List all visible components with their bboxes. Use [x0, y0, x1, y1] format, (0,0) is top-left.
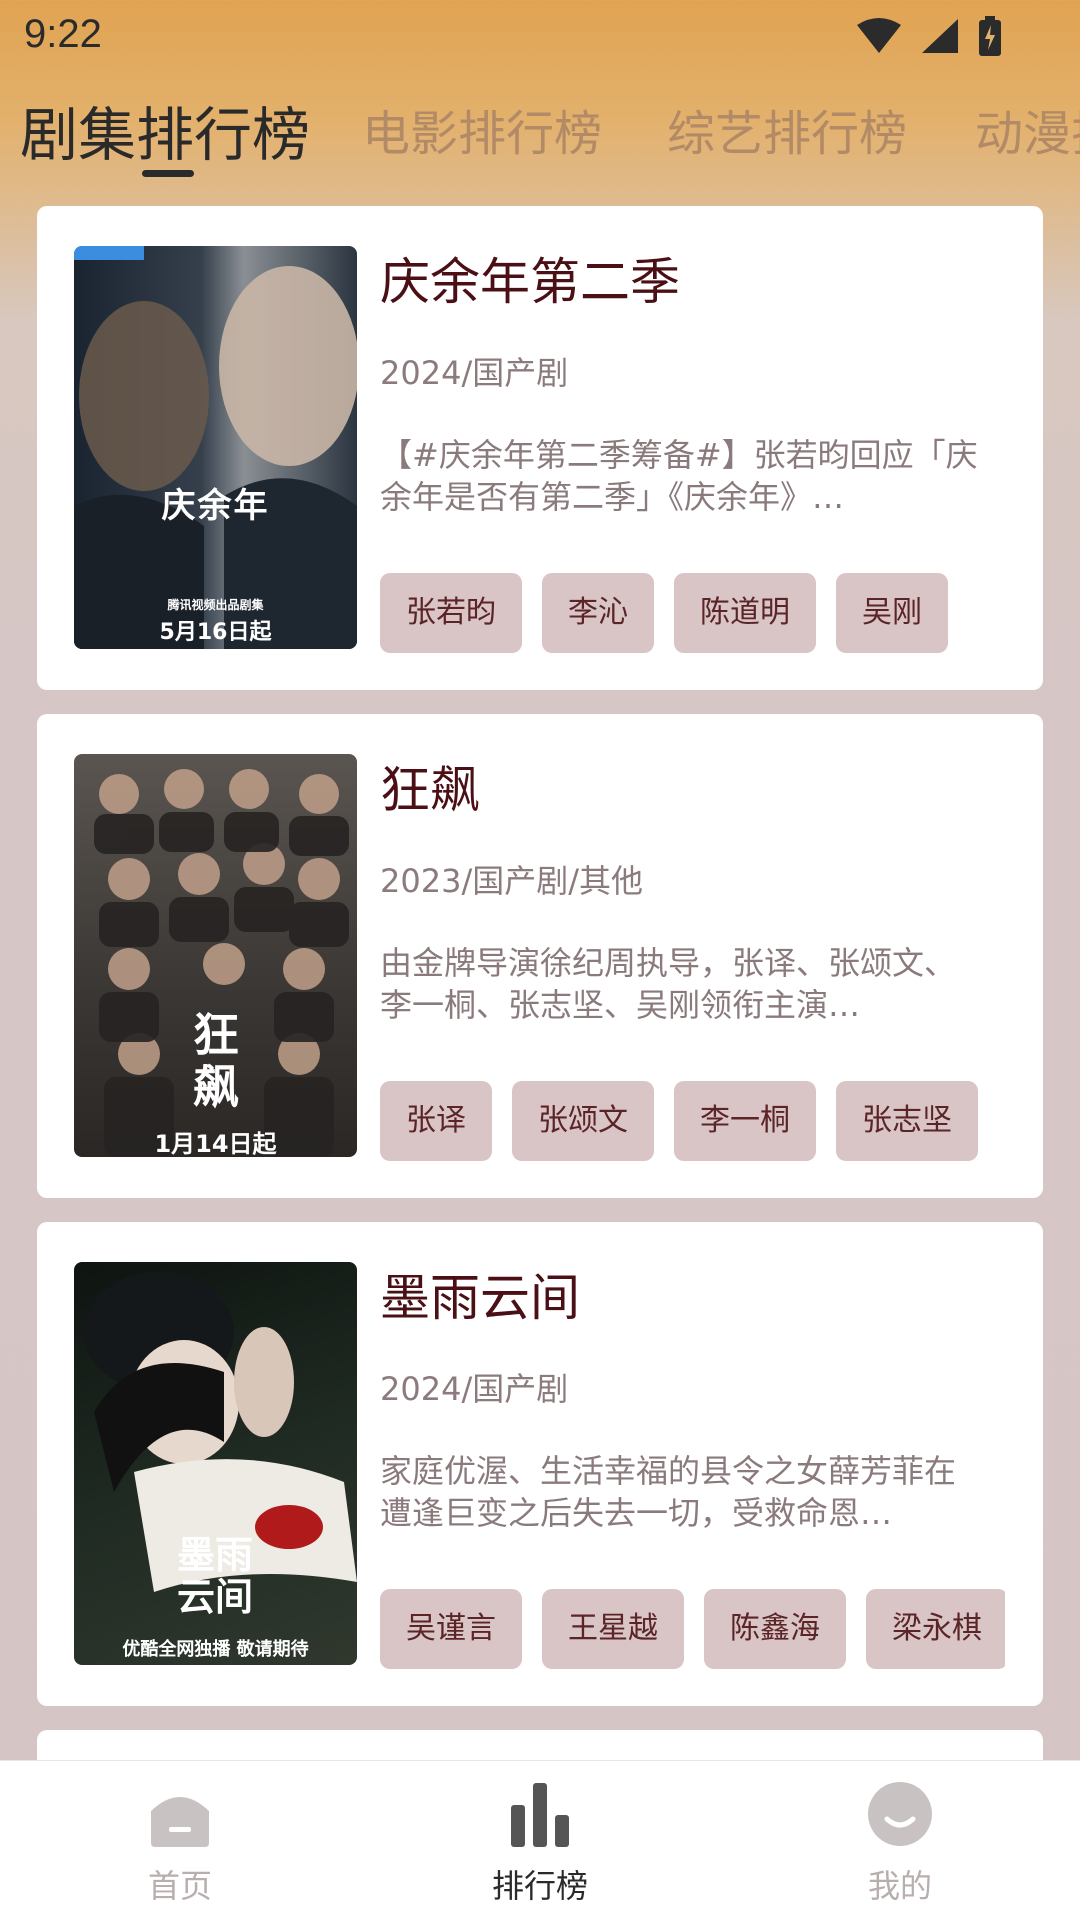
- cast-tags: 张若昀 李沁 陈道明 吴刚: [380, 573, 1005, 653]
- cast-tag[interactable]: 吴谨言: [380, 1589, 522, 1669]
- poster-date-text: 优酷全网独播 敬请期待: [122, 1639, 309, 1660]
- cast-tags: 吴谨言 王星越 陈鑫海 梁永棋: [380, 1589, 1005, 1669]
- active-tab-indicator: [142, 170, 194, 177]
- poster-title-text: 庆余年: [161, 486, 270, 526]
- battery-icon: [979, 16, 1001, 56]
- item-title: 庆余年第二季: [380, 253, 680, 311]
- nav-profile[interactable]: 我的: [800, 1761, 1000, 1921]
- cast-tag[interactable]: 张志坚: [836, 1081, 978, 1161]
- poster-date-text: 1月14日起: [154, 1130, 277, 1157]
- cast-tag[interactable]: 李沁: [542, 573, 654, 653]
- poster-date-text: 5月16日起: [159, 620, 272, 645]
- wifi-icon: [857, 18, 901, 53]
- tab-variety-ranking[interactable]: 综艺排行榜: [667, 94, 907, 164]
- poster-image: 狂飙 1月14日起: [74, 754, 357, 1157]
- tab-anime-ranking[interactable]: 动漫排: [975, 94, 1080, 164]
- item-meta: 2024/国产剧: [380, 1370, 569, 1408]
- status-icons: [856, 16, 1002, 56]
- poster-title-text: 狂飙: [193, 1008, 239, 1114]
- list-item[interactable]: 庆余年 腾讯视频出品剧集 5月16日起 庆余年第二季 2024/国产剧 【#庆余…: [37, 206, 1043, 690]
- status-bar: 9:22: [0, 0, 1080, 80]
- nav-ranking[interactable]: 排行榜: [440, 1761, 640, 1921]
- poster-title-text: 墨雨云间: [176, 1532, 253, 1619]
- cast-tag[interactable]: 梁永棋: [866, 1589, 1005, 1669]
- poster-image: 庆余年 腾讯视频出品剧集 5月16日起: [74, 246, 357, 649]
- profile-icon: [868, 1782, 932, 1846]
- item-meta: 2024/国产剧: [380, 354, 569, 392]
- list-item[interactable]: 狂飙 1月14日起 狂飙 2023/国产剧/其他 由金牌导演徐纪周执导，张译、张…: [37, 714, 1043, 1198]
- item-description: 家庭优渥、生活幸福的县令之女薛芳菲在遭逢巨变之后失去一切，受救命恩…: [380, 1452, 957, 1532]
- item-description: 由金牌导演徐纪周执导，张译、张颂文、李一桐、张志坚、吴刚领衔主演…: [380, 944, 957, 1024]
- tab-tv-ranking[interactable]: 剧集排行榜: [20, 88, 310, 172]
- bottom-nav: 首页 排行榜 我的: [0, 1760, 1080, 1921]
- cast-tag[interactable]: 张颂文: [512, 1081, 654, 1161]
- nav-profile-label: 我的: [867, 1867, 932, 1905]
- bar-chart-icon: [511, 1783, 569, 1847]
- home-icon: [151, 1797, 209, 1847]
- poster-image: 墨雨云间 优酷全网独播 敬请期待: [74, 1262, 357, 1665]
- cast-tag[interactable]: 吴刚: [836, 573, 948, 653]
- list-item[interactable]: 墨雨云间 优酷全网独播 敬请期待 墨雨云间 2024/国产剧 家庭优渥、生活幸福…: [37, 1222, 1043, 1706]
- item-title: 狂飙: [380, 761, 480, 819]
- signal-icon: [922, 19, 958, 53]
- item-description: 【#庆余年第二季筹备#】张若昀回应「庆余年是否有第二季」《庆余年》…: [380, 436, 978, 516]
- status-time: 9:22: [24, 12, 102, 56]
- cast-tag[interactable]: 陈道明: [674, 573, 816, 653]
- item-title: 墨雨云间: [380, 1269, 580, 1327]
- item-meta: 2023/国产剧/其他: [380, 862, 644, 900]
- cast-tag[interactable]: 王星越: [542, 1589, 684, 1669]
- cast-tag[interactable]: 张若昀: [380, 573, 522, 653]
- cast-tags: 张译 张颂文 李一桐 张志坚: [380, 1081, 1005, 1161]
- nav-home-label: 首页: [147, 1867, 212, 1905]
- cast-tag[interactable]: 陈鑫海: [704, 1589, 846, 1669]
- nav-ranking-label: 排行榜: [491, 1867, 588, 1905]
- tab-movie-ranking[interactable]: 电影排行榜: [362, 94, 602, 164]
- category-tabs: 剧集排行榜 电影排行榜 综艺排行榜 动漫排: [0, 88, 1080, 188]
- nav-home[interactable]: 首页: [80, 1761, 280, 1921]
- cast-tag[interactable]: 李一桐: [674, 1081, 816, 1161]
- cast-tag[interactable]: 张译: [380, 1081, 492, 1161]
- poster-sub-text: 腾讯视频出品剧集: [167, 598, 264, 612]
